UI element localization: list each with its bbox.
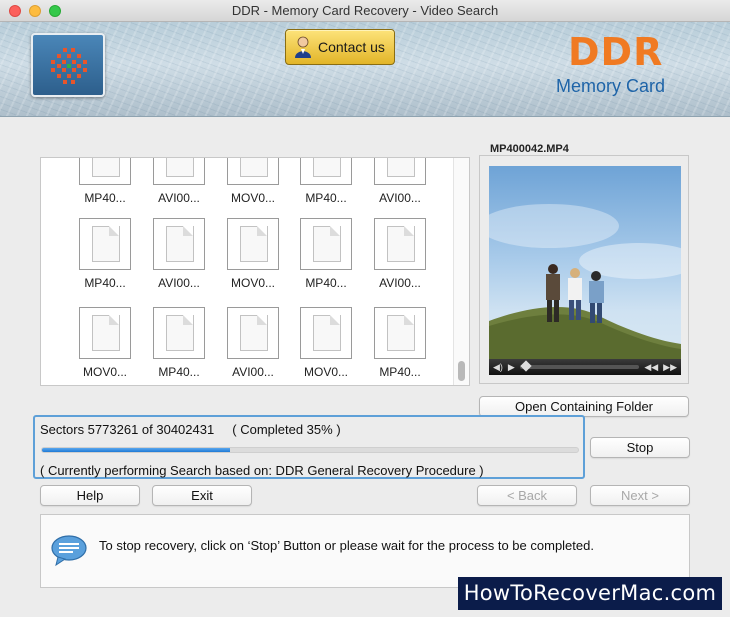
play-icon[interactable]: ▶ <box>508 362 515 373</box>
progress-panel: Sectors 5773261 of 30402431 ( Completed … <box>33 415 585 479</box>
header-banner: Contact us DDR Memory Card <box>0 22 730 117</box>
file-name: MP40... <box>158 365 200 379</box>
file-item[interactable]: MP40... <box>75 218 135 290</box>
file-item[interactable]: MOV0... <box>223 158 283 205</box>
next-button[interactable]: Next > <box>590 485 690 506</box>
volume-icon[interactable]: ◀) <box>493 362 503 373</box>
document-icon <box>79 158 131 185</box>
file-name: AVI00... <box>158 191 200 205</box>
file-name: MP40... <box>84 276 126 290</box>
recovered-files-grid[interactable]: MP40... AVI00... MOV0... MP40... AVI00... MP4… <box>40 157 470 386</box>
file-item[interactable]: AVI00... <box>223 307 283 379</box>
document-icon <box>227 158 279 185</box>
file-name: AVI00... <box>158 276 200 290</box>
progress-summary: Sectors 5773261 of 30402431 ( Completed … <box>40 422 341 437</box>
stop-button[interactable]: Stop <box>590 437 690 458</box>
file-name: MOV0... <box>82 365 127 379</box>
file-item[interactable]: MP40... <box>370 307 430 379</box>
file-item[interactable]: MP40... <box>149 307 209 379</box>
close-window-button[interactable] <box>9 5 21 17</box>
contact-us-button[interactable]: Contact us <box>285 29 395 65</box>
file-name: MP40... <box>84 191 126 205</box>
video-controls: ◀) ▶ ◀◀ ▶▶ <box>489 359 681 375</box>
file-name: AVI00... <box>379 191 421 205</box>
file-item[interactable]: MP40... <box>296 158 356 205</box>
sectors-text: Sectors 5773261 of 30402431 <box>40 422 215 437</box>
minimize-window-button[interactable] <box>29 5 41 17</box>
document-icon <box>153 307 205 359</box>
file-item[interactable]: AVI00... <box>149 218 209 290</box>
document-icon <box>374 218 426 270</box>
help-button[interactable]: Help <box>40 485 140 506</box>
speech-bubble-icon <box>51 535 87 567</box>
preview-filename: MP400042.MP4 <box>490 143 569 155</box>
file-name: AVI00... <box>232 365 274 379</box>
file-name: MOV0... <box>303 365 348 379</box>
document-icon <box>300 158 352 185</box>
document-icon <box>79 307 131 359</box>
exit-button[interactable]: Exit <box>152 485 252 506</box>
fast-forward-icon[interactable]: ▶▶ <box>663 362 677 373</box>
document-icon <box>374 158 426 185</box>
window-titlebar: DDR - Memory Card Recovery - Video Searc… <box>0 0 730 22</box>
brand-title: DDR <box>568 30 664 74</box>
info-message: To stop recovery, click on ‘Stop’ Button… <box>99 538 594 553</box>
file-item[interactable]: AVI00... <box>370 158 430 205</box>
rewind-icon[interactable]: ◀◀ <box>644 362 658 373</box>
progress-bar-fill <box>42 448 230 452</box>
video-seek-bar[interactable] <box>519 360 640 372</box>
file-item[interactable]: MP40... <box>296 218 356 290</box>
file-name: MP40... <box>305 276 347 290</box>
document-icon <box>227 307 279 359</box>
file-grid-scrollbar[interactable] <box>453 158 469 385</box>
status-text: ( Currently performing Search based on: … <box>40 463 484 478</box>
file-name: MOV0... <box>230 276 275 290</box>
video-seek-knob[interactable] <box>520 360 532 372</box>
progress-bar <box>41 447 579 453</box>
file-name: AVI00... <box>379 276 421 290</box>
document-icon <box>153 218 205 270</box>
document-icon <box>153 158 205 185</box>
watermark-banner: HowToRecoverMac.com <box>458 577 722 610</box>
file-grid-scroll-thumb[interactable] <box>458 361 465 381</box>
file-name: MP40... <box>305 191 347 205</box>
file-item[interactable]: AVI00... <box>370 218 430 290</box>
completed-text: ( Completed 35% ) <box>232 422 341 437</box>
file-item[interactable]: MOV0... <box>223 218 283 290</box>
open-containing-folder-button[interactable]: Open Containing Folder <box>479 396 689 417</box>
document-icon <box>374 307 426 359</box>
brand-subtitle: Memory Card <box>556 76 666 96</box>
file-name: MOV0... <box>230 191 275 205</box>
app-logo-icon <box>51 48 87 84</box>
document-icon <box>79 218 131 270</box>
app-logo <box>31 33 105 97</box>
document-icon <box>227 218 279 270</box>
file-item[interactable]: MOV0... <box>75 307 135 379</box>
video-frame-image <box>489 204 681 359</box>
file-name: MP40... <box>379 365 421 379</box>
file-item[interactable]: MP40... <box>75 158 135 205</box>
video-preview[interactable]: ◀) ▶ ◀◀ ▶▶ <box>489 166 681 375</box>
file-item[interactable]: MOV0... <box>296 307 356 379</box>
contact-us-label: Contact us <box>318 39 385 55</box>
document-icon <box>300 218 352 270</box>
file-item[interactable]: AVI00... <box>149 158 209 205</box>
zoom-window-button[interactable] <box>49 5 61 17</box>
person-icon <box>294 36 312 58</box>
document-icon <box>300 307 352 359</box>
back-button[interactable]: < Back <box>477 485 577 506</box>
window-title: DDR - Memory Card Recovery - Video Searc… <box>231 3 499 18</box>
